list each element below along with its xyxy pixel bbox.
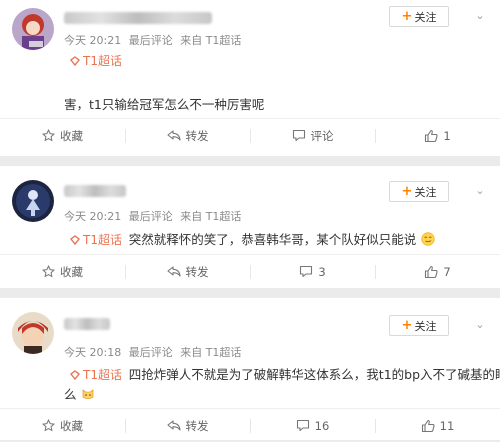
like-button[interactable]: 1 [375,119,500,152]
comment-button[interactable]: 3 [250,255,375,288]
super-topic-icon [70,56,80,66]
post-text: 四抢炸弹人不就是为了破解韩华这体系么，我t1的bp入不了碱基的眼 [128,367,500,382]
post-source[interactable]: 来自 T1超话 [180,346,241,359]
comment-button[interactable]: 评论 [250,119,375,152]
comment-icon [292,129,305,142]
avatar[interactable] [12,312,54,354]
chevron-down-icon[interactable]: ⌄ [473,9,487,23]
comment-icon [300,265,313,278]
avatar[interactable] [12,8,54,50]
smirk-emoji-icon [421,232,436,246]
topic-link[interactable]: T1超话 [70,52,122,69]
post-body: T1超话 突然就释怀的笑了，恭喜韩华哥，某个队好似只能说 [70,229,436,248]
plus-icon: + [401,318,413,333]
comment-icon [296,419,309,432]
like-button[interactable]: 7 [375,255,500,288]
post-text: 害，t1只输给冠军怎么不一种厉害呢 [64,97,265,112]
forward-icon [166,420,181,431]
action-bar: 收藏 转发 3 7 [0,254,500,288]
avatar[interactable] [12,180,54,222]
collect-button[interactable]: 收藏 [0,255,125,288]
forward-button[interactable]: 转发 [125,409,250,442]
username[interactable] [64,12,212,24]
forward-button[interactable]: 转发 [125,119,250,152]
follow-label: 关注 [414,10,437,24]
star-icon [42,265,55,278]
thumbs-up-icon [421,419,435,432]
chevron-down-icon[interactable]: ⌄ [473,318,487,332]
post-time: 今天 20:18 [64,346,122,359]
collect-button[interactable]: 收藏 [0,409,125,442]
post-card: 今天 20:21 最后评论 来自 T1超话 + 关注 ⌄ T1超话 突然就释怀的… [0,166,500,288]
post-time: 今天 20:21 [64,210,122,223]
post-card: 今天 20:21 最后评论 来自 T1超话 + 关注 ⌄ T1超话 害，t1只输… [0,0,500,156]
star-icon [42,419,55,432]
follow-label: 关注 [414,319,437,333]
forward-icon [166,266,181,277]
last-comment-label: 最后评论 [128,34,173,47]
post-card: 今天 20:18 最后评论 来自 T1超话 + 关注 ⌄ T1超话 四抢炸弹人不… [0,298,500,440]
post-meta: 今天 20:21 最后评论 来自 T1超话 [64,32,245,48]
like-button[interactable]: 11 [375,409,500,442]
post-text: 突然就释怀的笑了，恭喜韩华哥，某个队好似只能说 [128,232,417,247]
plus-icon: + [401,9,413,24]
comment-button[interactable]: 16 [250,409,375,442]
follow-button[interactable]: + 关注 [389,315,449,336]
post-meta: 今天 20:21 最后评论 来自 T1超话 [64,208,245,224]
collect-button[interactable]: 收藏 [0,119,125,152]
cat-emoji-icon [82,389,93,400]
action-bar: 收藏 转发 评论 1 [0,118,500,152]
post-body: T1超话 四抢炸弹人不就是为了破解韩华这体系么，我t1的bp入不了碱基的眼 [70,364,500,383]
post-source[interactable]: 来自 T1超话 [180,34,241,47]
post-meta: 今天 20:18 最后评论 来自 T1超话 [64,344,245,360]
chevron-down-icon[interactable]: ⌄ [473,184,487,198]
follow-label: 关注 [414,185,437,199]
post-text-continued: 么 [64,384,95,403]
topic-link[interactable]: T1超话 [70,233,126,247]
forward-button[interactable]: 转发 [125,255,250,288]
follow-button[interactable]: + 关注 [389,181,449,202]
last-comment-label: 最后评论 [128,210,173,223]
post-source[interactable]: 来自 T1超话 [180,210,241,223]
thumbs-up-icon [425,129,438,142]
username[interactable] [64,185,126,197]
last-comment-label: 最后评论 [128,346,173,359]
plus-icon: + [401,184,413,199]
thumbs-up-icon [425,265,438,278]
username[interactable] [64,318,110,330]
post-time: 今天 20:21 [64,34,122,47]
action-bar: 收藏 转发 16 11 [0,408,500,442]
follow-button[interactable]: + 关注 [389,6,449,27]
super-topic-icon [70,235,80,245]
super-topic-icon [70,370,80,380]
forward-icon [166,130,181,141]
topic-link[interactable]: T1超话 [70,368,126,382]
star-icon [42,129,55,142]
